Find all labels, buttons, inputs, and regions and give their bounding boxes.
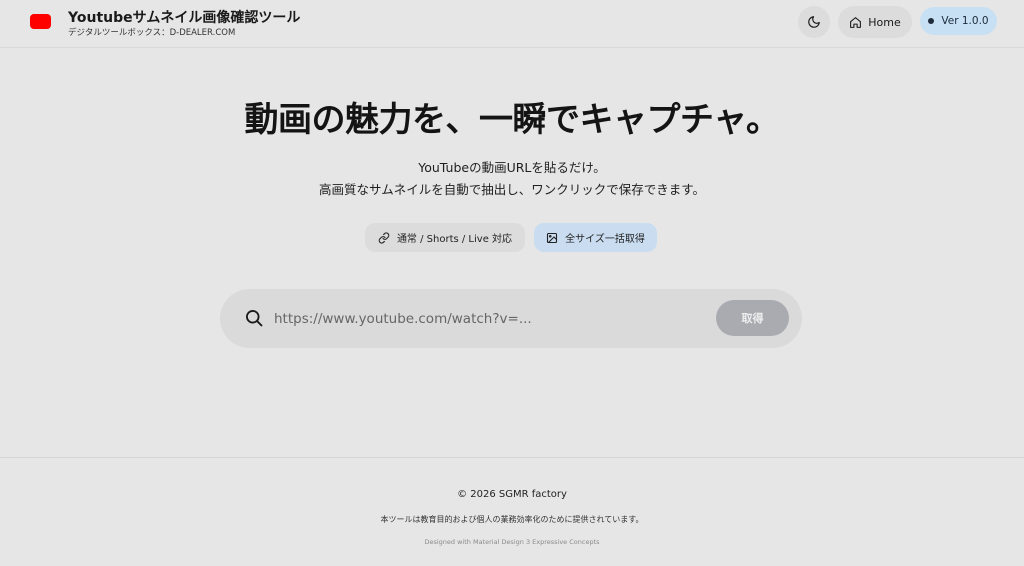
hero-title: 動画の魅力を、一瞬でキャプチャ。 [244,100,780,140]
youtube-logo-icon [30,14,51,29]
link-icon [378,232,390,244]
page: Youtubeサムネイル画像確認ツール デジタルツールボックス：D-DEALER… [0,0,1024,566]
home-icon [849,16,862,29]
version-label: Ver 1.0.0 [941,15,989,27]
url-search-bar: 取得 [220,289,802,348]
url-input[interactable] [274,303,704,335]
dot-icon [928,18,935,24]
home-button[interactable]: Home [838,6,912,38]
footer-designed-with: Designed with Material Design 3 Expressi… [424,538,600,546]
image-icon [546,232,558,244]
version-badge[interactable]: Ver 1.0.0 [920,7,997,35]
feature-chip-formats: 通常 / Shorts / Live 対応 [365,223,525,252]
hero-description-line-2: 高画質なサムネイルを自動で抽出し、ワンクリックで保存できます。 [318,182,705,197]
app-header: Youtubeサムネイル画像確認ツール デジタルツールボックス：D-DEALER… [0,0,1024,48]
home-button-label: Home [868,15,901,29]
app-subtitle: デジタルツールボックス：D-DEALER.COM [68,28,236,38]
search-icon [244,308,266,330]
footer-copyright: © 2026 SGMR factory [457,489,567,500]
moon-icon [807,15,821,29]
fetch-button[interactable]: 取得 [716,300,789,336]
feature-chip-all-sizes: 全サイズ一括取得 [534,223,657,252]
hero-description-line-1: YouTubeの動画URLを貼るだけ。 [418,160,606,175]
app-title: Youtubeサムネイル画像確認ツール [68,10,301,26]
page-footer: © 2026 SGMR factory 本ツールは教育目的および個人の業務効率化… [0,457,1024,566]
footer-notice: 本ツールは教育目的および個人の業務効率化のために提供されています。 [380,515,644,524]
feature-chip-all-sizes-label: 全サイズ一括取得 [565,234,645,245]
feature-chip-formats-label: 通常 / Shorts / Live 対応 [396,234,513,245]
theme-toggle-button[interactable] [798,6,830,38]
